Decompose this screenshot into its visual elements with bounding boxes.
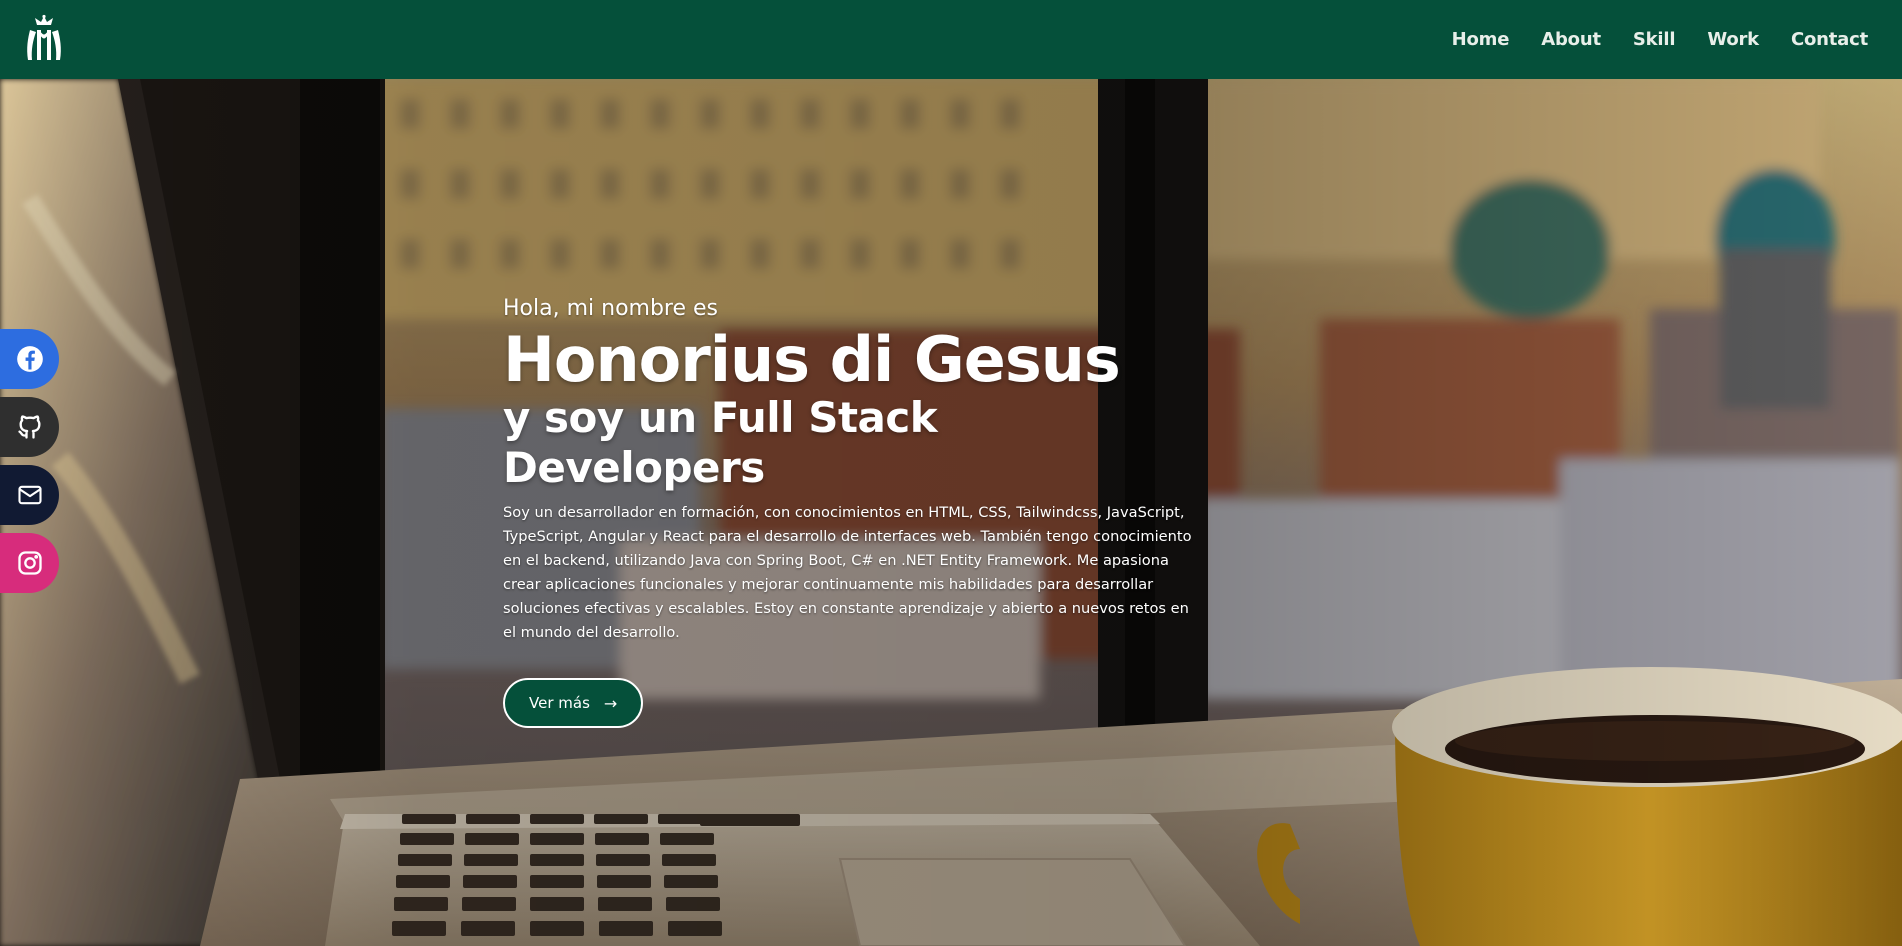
hero-role: y soy un Full Stack Developers <box>503 393 938 492</box>
hero-section: Hola, mi nombre es Honorius di Gesus y s… <box>0 79 1902 946</box>
facebook-link[interactable] <box>0 329 59 389</box>
mail-icon <box>17 485 42 505</box>
nav-link-about[interactable]: About <box>1541 29 1601 50</box>
instagram-link[interactable] <box>0 533 59 593</box>
crown-logo-icon[interactable] <box>22 14 66 64</box>
hero-bio: Soy un desarrollador en formación, con c… <box>503 504 1192 641</box>
facebook-icon <box>16 346 43 372</box>
social-sidebar <box>0 329 59 601</box>
hero-content: Hola, mi nombre es Honorius di Gesus y s… <box>503 296 1213 728</box>
navbar: Home About Skill Work Contact <box>0 0 1902 79</box>
github-icon <box>17 415 40 439</box>
mail-link[interactable] <box>0 465 59 525</box>
ver-mas-button[interactable]: Ver más → <box>503 678 644 728</box>
hero-name: Honorius di Gesus <box>503 323 1121 396</box>
ver-mas-label: Ver más <box>529 694 590 712</box>
nav-link-home[interactable]: Home <box>1452 29 1510 50</box>
page: Home About Skill Work Contact Hola, mi n… <box>0 0 1902 946</box>
nav-link-contact[interactable]: Contact <box>1791 29 1868 50</box>
arrow-right-icon: → <box>603 693 618 713</box>
instagram-icon <box>17 551 42 575</box>
nav-link-skill[interactable]: Skill <box>1633 29 1676 50</box>
nav-menu: Home About Skill Work Contact <box>1420 0 1902 79</box>
github-link[interactable] <box>0 397 59 457</box>
nav-link-work[interactable]: Work <box>1707 29 1759 50</box>
hero-greeting: Hola, mi nombre es <box>503 296 719 321</box>
